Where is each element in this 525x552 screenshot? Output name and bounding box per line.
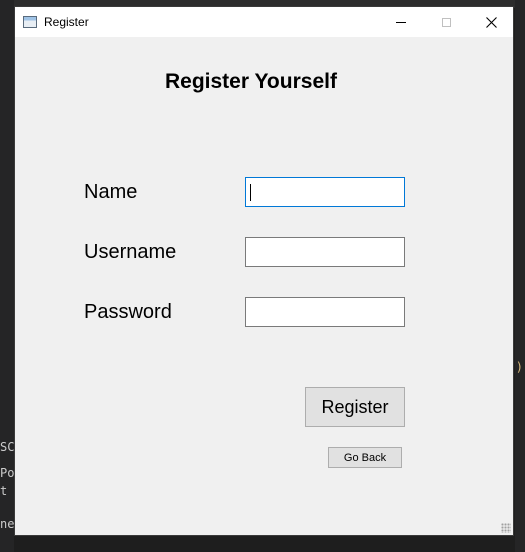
close-button[interactable] (468, 7, 514, 37)
ide-text-fragment: ) (515, 360, 523, 374)
password-label: Password (84, 301, 172, 323)
ide-text-fragment: Po (0, 466, 14, 480)
maximize-button[interactable] (423, 7, 469, 37)
resize-grip[interactable] (501, 523, 511, 533)
app-icon (23, 16, 37, 28)
register-button[interactable]: Register (305, 387, 405, 427)
text-caret (250, 184, 251, 201)
title-bar[interactable]: Register (15, 7, 513, 37)
window-title: Register (44, 15, 89, 29)
minimize-icon (396, 21, 406, 23)
maximize-icon (441, 17, 451, 27)
ide-background-right (515, 0, 525, 552)
register-window: Register Register Yourself Name Username… (14, 6, 514, 536)
close-icon (485, 16, 497, 28)
name-field[interactable] (245, 177, 405, 207)
username-field[interactable] (245, 237, 405, 267)
minimize-button[interactable] (378, 7, 424, 37)
name-label: Name (84, 181, 138, 203)
page-title: Register Yourself (165, 70, 337, 93)
ide-text-fragment: ne (0, 517, 14, 531)
go-back-button[interactable]: Go Back (328, 447, 402, 468)
ide-text-fragment: t (0, 484, 8, 498)
password-field[interactable] (245, 297, 405, 327)
ide-text-fragment: SC (0, 440, 14, 454)
username-label: Username (84, 241, 177, 263)
